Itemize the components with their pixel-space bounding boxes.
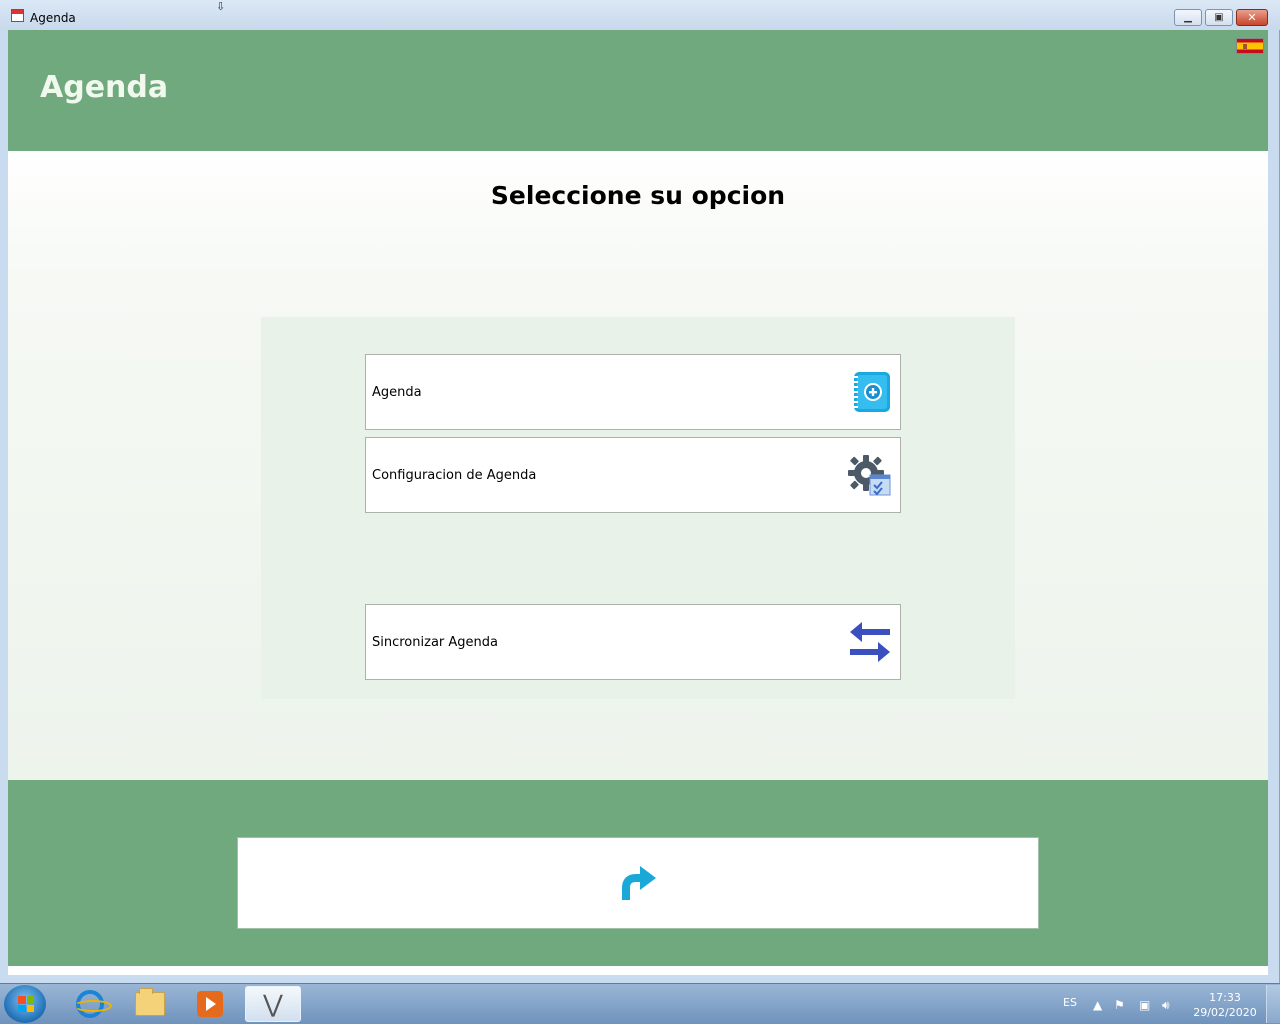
window-title: Agenda [30, 11, 76, 25]
windows-taskbar: ⋁ ES ▲ ⚑ ▣ 🔊︎ 17:33 29/02/2020 [0, 983, 1280, 1024]
folder-icon [135, 988, 165, 1016]
agenda-app-icon: ⋁ [263, 990, 283, 1018]
volume-icon[interactable]: 🔊︎ [1162, 998, 1170, 1013]
app-client-area: Agenda Seleccione su opcion Agenda Confi… [8, 30, 1268, 975]
maximize-button[interactable]: ▣ [1205, 9, 1233, 26]
app-header-title: Agenda [40, 70, 169, 105]
agenda-settings-option-label: Configuracion de Agenda [372, 468, 537, 483]
app-header: Agenda [8, 30, 1268, 151]
taskbar-file-explorer[interactable] [122, 986, 178, 1022]
media-player-icon [197, 991, 223, 1017]
mouse-cursor-icon: ⇩ [216, 0, 226, 13]
caption-buttons: ▁ ▣ ✕ [1174, 9, 1268, 26]
spain-flag-icon[interactable] [1236, 38, 1264, 54]
network-icon[interactable]: ▣ [1139, 998, 1150, 1012]
clock-date: 29/02/2020 [1193, 1006, 1257, 1019]
app-window: Agenda ⇩ ▁ ▣ ✕ Agenda Seleccione su opci… [0, 0, 1280, 983]
taskbar-media-player[interactable] [182, 986, 238, 1022]
action-center-icon[interactable]: ⚑ [1114, 998, 1125, 1012]
options-panel: Agenda Configuracion de Agenda Sincroniz… [261, 317, 1015, 699]
settings-gear-icon [848, 455, 891, 496]
agenda-settings-option-button[interactable]: Configuracion de Agenda [365, 437, 901, 513]
show-desktop-button[interactable] [1266, 985, 1280, 1023]
taskbar-agenda-app[interactable]: ⋁ [245, 986, 301, 1022]
start-button[interactable] [4, 985, 46, 1023]
windows-logo-icon [18, 996, 34, 1012]
app-footer [8, 780, 1268, 966]
language-indicator[interactable]: ES [1063, 996, 1077, 1009]
title-bar[interactable]: Agenda ⇩ ▁ ▣ ✕ [0, 0, 1280, 30]
show-hidden-icons-icon[interactable]: ▲ [1093, 998, 1102, 1012]
clock-time: 17:33 [1209, 991, 1241, 1004]
sync-arrows-icon [850, 622, 890, 662]
agenda-option-button[interactable]: Agenda [365, 354, 901, 430]
internet-explorer-icon [74, 990, 112, 1018]
redo-arrow-icon [622, 866, 656, 900]
main-area: Seleccione su opcion Agenda Configuracio… [8, 151, 1268, 780]
close-button[interactable]: ✕ [1236, 9, 1268, 26]
system-clock[interactable]: 17:33 29/02/2020 [1192, 990, 1258, 1020]
page-title: Seleccione su opcion [490, 181, 786, 210]
agenda-add-icon [850, 372, 890, 412]
agenda-option-label: Agenda [372, 385, 422, 400]
calendar-app-icon [11, 9, 24, 22]
sync-agenda-option-button[interactable]: Sincronizar Agenda [365, 604, 901, 680]
back-button[interactable] [237, 837, 1039, 929]
sync-agenda-option-label: Sincronizar Agenda [372, 635, 498, 650]
minimize-button[interactable]: ▁ [1174, 9, 1202, 26]
taskbar-internet-explorer[interactable] [62, 986, 118, 1022]
